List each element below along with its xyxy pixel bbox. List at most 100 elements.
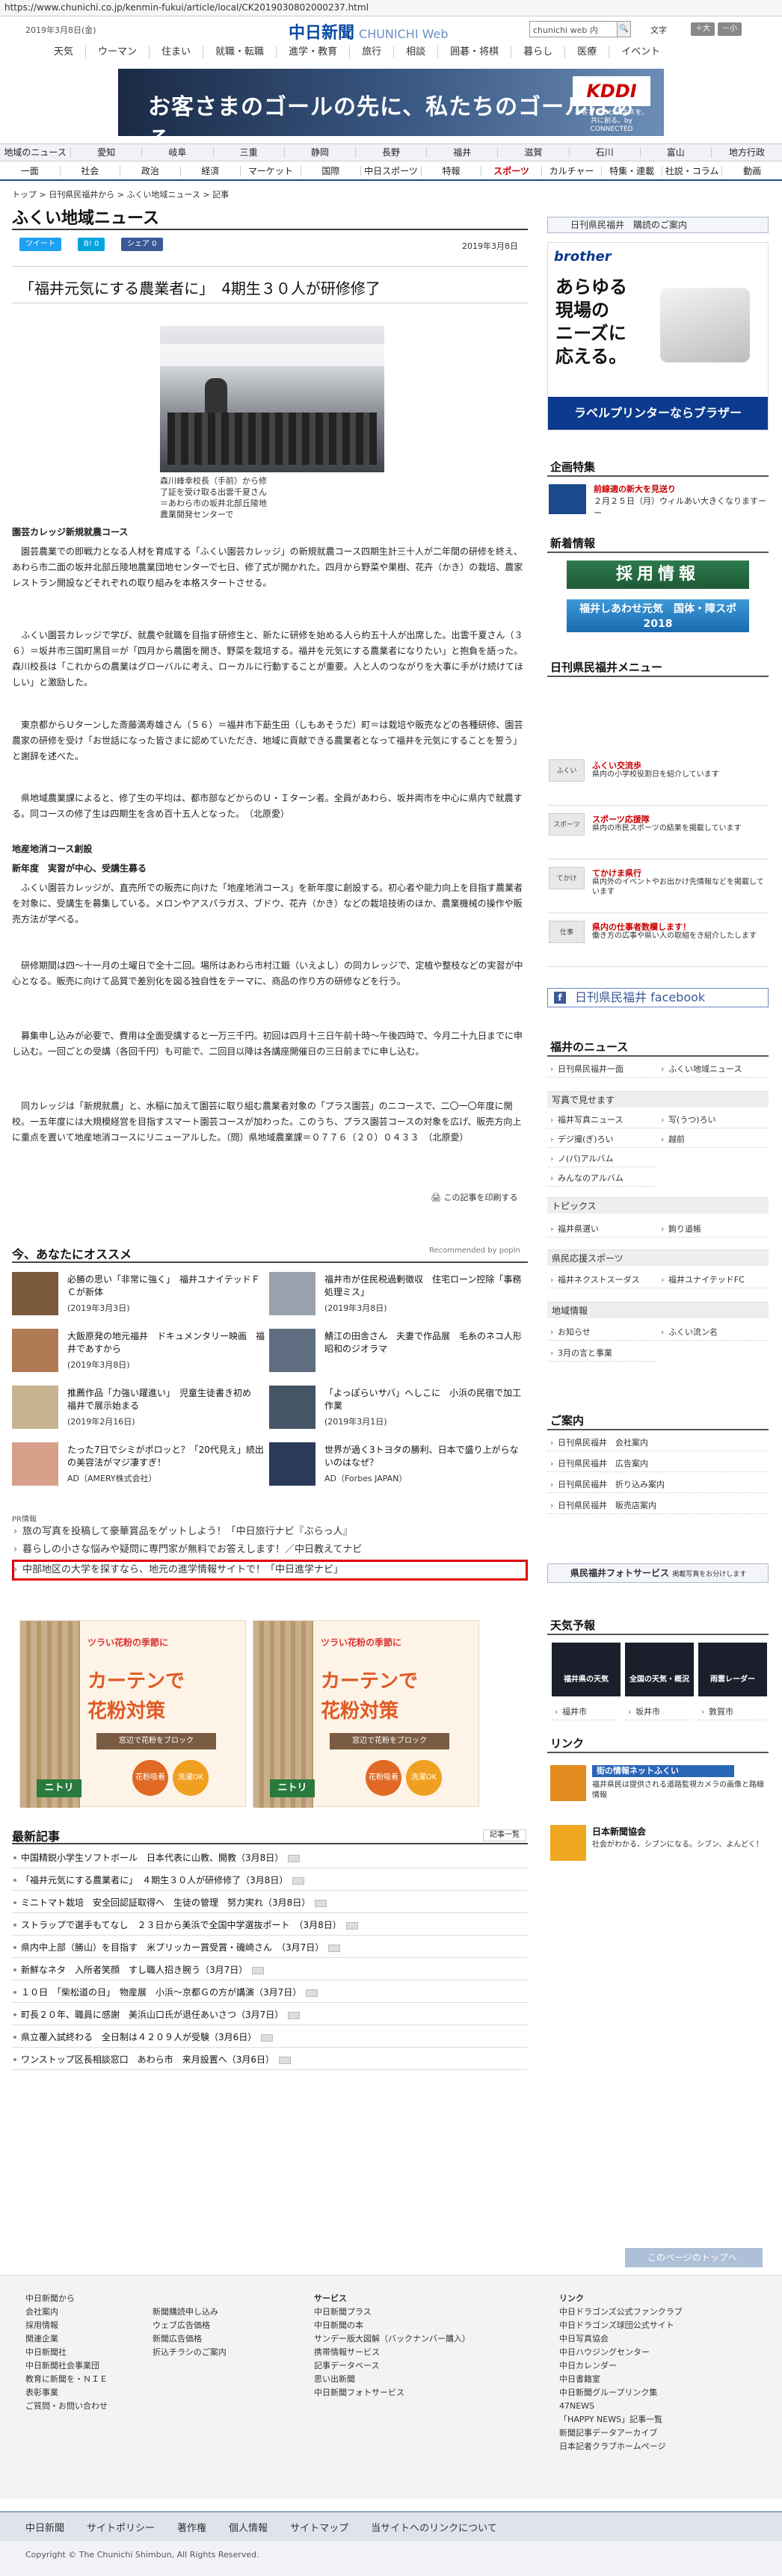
subscription-link[interactable]: 日刊県民福井 購読のご案内 (547, 217, 769, 233)
region-nav-item[interactable]: 地方行政 (712, 147, 782, 158)
category-nav-item[interactable]: 特集・連載 (602, 166, 662, 176)
footer-nav-link[interactable]: 中日新聞 (25, 2520, 64, 2534)
news-item[interactable]: 県内中上部（勝山）を目指す 米プリッカー賞受賞・磯崎さん （3月7日） (12, 1937, 528, 1958)
footer-link[interactable]: 中日新聞から (25, 2292, 108, 2305)
right-link[interactable]: 福井県選い (547, 1221, 656, 1238)
weather-fukui[interactable]: 福井県の天気 (552, 1643, 621, 1696)
global-nav-item[interactable]: ウーマン (86, 46, 150, 58)
region-nav-item[interactable]: 滋賀 (498, 147, 570, 158)
kokutai-banner[interactable]: 福井しあわせ元気 国体・障スポ2018 (567, 599, 749, 632)
news-item[interactable]: 新鮮なネタ 入所者笑顔 すし職人招き腕う（3月7日） (12, 1959, 528, 1980)
region-nav-item[interactable]: 石川 (570, 147, 641, 158)
category-nav-item[interactable]: 政治 (120, 166, 181, 176)
footer-nav-link[interactable]: 著作権 (177, 2520, 206, 2534)
global-nav-item[interactable]: 天気 (42, 46, 87, 58)
right-link[interactable]: デジ撮(ぎ)ろい (547, 1131, 656, 1148)
kenmin-menu-item[interactable]: ふくい ふくい交流歩 県内の小学校役割日を紹介しています (547, 758, 769, 806)
right-link[interactable]: 鉤り道帳 (658, 1221, 769, 1238)
footer-link[interactable]: 日本記者クラブホームページ (559, 2440, 683, 2453)
footer-link[interactable]: 教育に新聞を・ＮＩＥ (25, 2373, 108, 2386)
footer-link[interactable]: 「HAPPY NEWS」記事一覧 (559, 2413, 683, 2427)
footer-link[interactable]: 中日ハウジングセンター (559, 2346, 683, 2359)
browser-url-bar[interactable]: https://www.chunichi.co.jp/kenmin-fukui/… (0, 0, 782, 16)
guide-link[interactable]: 日刊県民福井 販売店案内 (547, 1498, 769, 1514)
global-nav-item[interactable]: イベント (609, 46, 672, 58)
global-nav-item[interactable]: 住まい (150, 46, 204, 58)
facebook-share-button[interactable]: シェア 0 (121, 238, 163, 251)
footer-link[interactable]: 携帯情報サービス (314, 2346, 470, 2359)
footer-link[interactable]: 中日新聞社会事業団 (25, 2359, 108, 2373)
page-top-button[interactable]: このページのトップへ (625, 2248, 763, 2267)
category-nav-item[interactable]: 一面 (0, 166, 61, 176)
kenmin-menu-item[interactable]: スポーツ スポーツ応援隊 県内の市民スポーツの結果を掲載しています (547, 812, 769, 859)
footer-link[interactable]: 会社案内 (25, 2305, 108, 2319)
footer-link[interactable]: 中日新聞社 (25, 2346, 108, 2359)
category-nav-item[interactable]: マーケット (241, 166, 301, 176)
link-item[interactable]: 街の情報ネットふくい 福井県民は提供される道路監視カメラの画像と路線情報 (547, 1764, 769, 1809)
footer-link[interactable]: サンデー版大図解（バックナンバー購入） (314, 2332, 470, 2346)
global-nav-item[interactable]: 医療 (565, 46, 610, 58)
guide-link[interactable]: 日刊県民福井 広告案内 (547, 1456, 769, 1472)
right-link[interactable]: 日刊県民福井一面 (547, 1061, 656, 1078)
global-nav-item[interactable]: 就職・転職 (203, 46, 277, 58)
right-link[interactable]: 福井ネクストスーダス (547, 1272, 656, 1288)
footer-link[interactable]: 中日写真協会 (559, 2332, 683, 2346)
footer-nav-link[interactable]: サイトマップ (290, 2520, 348, 2534)
footer-link[interactable]: 中日新聞の本 (314, 2319, 470, 2332)
news-item[interactable]: 中国精鋭小学生ソフトボール 日本代表に山教、開教（3月8日） (12, 1847, 528, 1868)
region-nav-item[interactable]: 静岡 (285, 147, 356, 158)
reco-item[interactable]: 必勝の思い「非常に強く」 福井ユナイテッドＦＣが新体 (2019年3月3日) (12, 1272, 266, 1317)
news-item[interactable]: 町長２０年、職員に感謝 美浜山口氏が退任あいさつ（3月7日） (12, 2004, 528, 2025)
category-nav-item[interactable]: 社会 (61, 166, 121, 176)
print-article-link[interactable]: 🖨 この記事を印刷する (431, 1191, 517, 1203)
search-input[interactable]: chunichi web 内 (529, 21, 618, 37)
news-item[interactable]: 県立覆入試終わる 全日制は４２０９人が受験（3月6日） (12, 2027, 528, 2048)
region-nav-item[interactable]: 三重 (214, 147, 285, 158)
font-small-button[interactable]: －小 (718, 22, 742, 36)
news-item[interactable]: ミニトマト栽培 安全回認証取得へ 生徒の管理 努力実れ（3月8日） (12, 1892, 528, 1913)
category-nav-item[interactable]: 国際 (301, 166, 362, 176)
category-nav-item[interactable]: スポーツ (481, 166, 542, 176)
footer-link[interactable]: 中日ドラゴンズ公式ファンクラブ (559, 2305, 683, 2319)
region-nav-item[interactable]: 福井 (427, 147, 499, 158)
site-logo[interactable]: 中日新聞 CHUNICHI Web (289, 19, 449, 43)
tweet-button[interactable]: ツイート (19, 238, 61, 251)
global-nav-item[interactable]: 暮らし (511, 46, 566, 58)
category-nav-item[interactable]: カルチャー (542, 166, 603, 176)
nitori-ad[interactable]: ツラい花粉の季節に カーテンで 花粉対策 窓辺で花粉をブロック 花粉吸着 洗濯O… (253, 1620, 479, 1808)
region-nav-item[interactable]: 富山 (641, 147, 712, 158)
reco-item[interactable]: たった7日でシミがポロッと？「20代見え」続出の美容法がマジ凄すぎ！ AD（AME… (12, 1442, 266, 1487)
region-nav-item[interactable]: 地域のニュース (0, 147, 72, 158)
footer-link[interactable]: ウェブ広告価格 (153, 2319, 227, 2332)
article-photo[interactable] (160, 326, 384, 472)
footer-link[interactable]: 新聞購読申し込み (153, 2305, 227, 2319)
footer-nav-link[interactable]: 個人情報 (229, 2520, 268, 2534)
region-nav-item[interactable]: 愛知 (71, 147, 143, 158)
footer-nav-link[interactable]: サイトポリシー (87, 2520, 155, 2534)
hatena-button[interactable]: B! 0 (78, 238, 105, 251)
news-item[interactable]: ストラップで選手もてなし ２３日から美浜で全国中学選抜ポート （3月8日） (12, 1915, 528, 1936)
footer-link[interactable]: 表彰事業 (25, 2386, 108, 2400)
breadcrumb[interactable]: トップ > 日刊県民福井から > ふくい地域ニュース > 記事 (12, 188, 229, 200)
weather-national[interactable]: 全国の天気・概況 (625, 1643, 694, 1696)
photo-service-link[interactable]: 県民福井フォトサービス 掲載写真をお分けします (547, 1563, 769, 1583)
news-item[interactable]: ワンストップ区長相談窓口 あわら市 来月設置へ（3月6日） (12, 2049, 528, 2070)
right-link[interactable]: ノ(パ)アルバム (547, 1151, 656, 1167)
weather-city-link[interactable]: 敦賀市 (698, 1704, 766, 1720)
global-nav-item[interactable]: 進学・教育 (277, 46, 351, 58)
pr-link[interactable]: 旅の写真を投稿して豪華賞品をゲットしよう！「中日旅行ナビ『ぶらっ人』 (12, 1525, 528, 1539)
category-nav-item[interactable]: 特報 (422, 166, 482, 176)
right-link[interactable]: 越前 (658, 1131, 769, 1148)
news-list-button[interactable]: 記事一覧 (483, 1829, 526, 1841)
footer-link[interactable]: 記事データベース (314, 2359, 470, 2373)
reco-item[interactable]: 鯖江の田舎さん 夫妻で作品展 毛糸のネコ人形 昭和のジオラマ (269, 1329, 531, 1374)
reco-item[interactable]: 推薦作品「力強い躍進い」 児童生徒書き初め 福井で展示始まる (2019年2月16… (12, 1386, 266, 1430)
region-nav-item[interactable]: 岐阜 (142, 147, 214, 158)
footer-link[interactable]: 中日カレンダー (559, 2359, 683, 2373)
footer-nav-link[interactable]: 当サイトへのリンクについて (371, 2520, 497, 2534)
global-nav-item[interactable]: 旅行 (350, 46, 395, 58)
footer-link[interactable]: 中日ドラゴンズ球団公式サイト (559, 2319, 683, 2332)
category-nav-item[interactable]: 経済 (181, 166, 241, 176)
footer-link[interactable]: 採用情報 (25, 2319, 108, 2332)
search-icon[interactable]: 🔍 (618, 21, 631, 37)
